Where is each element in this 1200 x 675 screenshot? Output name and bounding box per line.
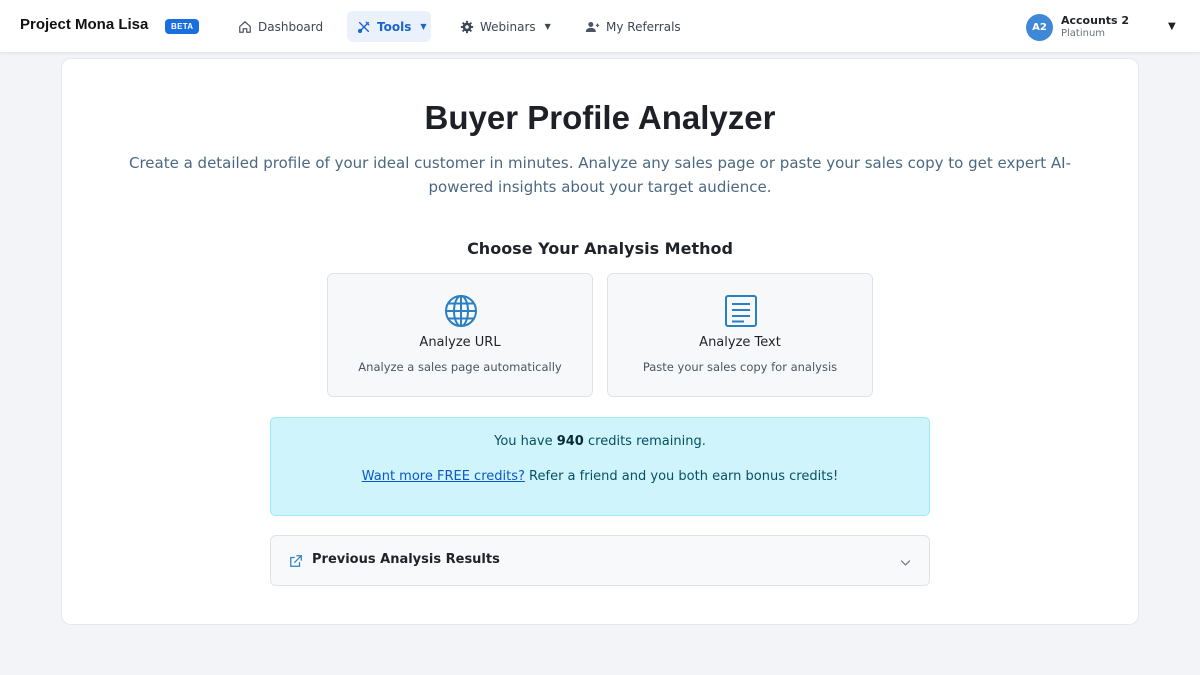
nav-item-label: My Referrals (606, 19, 681, 34)
method-description: Analyze a sales page automatically (358, 360, 562, 374)
analyze-text-option[interactable]: Analyze Text Paste your sales copy for a… (607, 273, 873, 397)
caret-down-icon: ▼ (420, 22, 427, 31)
avatar: A2 (1026, 13, 1053, 41)
method-description: Paste your sales copy for analysis (642, 360, 838, 374)
user-plus-icon (585, 20, 600, 34)
method-heading: Choose Your Analysis Method (467, 239, 733, 258)
beta-badge: BETA (165, 19, 200, 34)
tools-icon (357, 20, 371, 34)
nav-item-webinars[interactable]: Webinars ▼ (450, 11, 561, 42)
account-menu[interactable]: A2 Accounts 2 Platinum (1026, 12, 1129, 42)
top-navbar: Project Mona Lisa BETA Dashboard Tools ▼… (0, 0, 1200, 53)
nav-item-label: Dashboard (258, 19, 324, 34)
nav-item-dashboard[interactable]: Dashboard (228, 11, 333, 42)
nav-item-label: Tools (377, 19, 412, 34)
method-title: Analyze Text (699, 335, 781, 350)
nav-item-label: Webinars (480, 19, 536, 34)
page-title: Buyer Profile Analyzer (424, 99, 776, 136)
nav-item-tools[interactable]: Tools ▼ (347, 11, 431, 42)
account-tier: Platinum (1061, 27, 1106, 39)
account-name: Accounts 2 (1061, 13, 1130, 27)
analyze-url-option[interactable]: Analyze URL Analyze a sales page automat… (327, 273, 593, 397)
credits-line: You have 940 credits remaining. (271, 434, 929, 449)
account-dropdown-icon[interactable]: ▼ (1168, 21, 1176, 32)
credits-alert: You have 940 credits remaining. Want mor… (270, 417, 930, 516)
external-link-icon (289, 553, 303, 572)
credits-count: 940 (556, 434, 584, 449)
nav-item-my-referrals[interactable]: My Referrals (575, 11, 691, 42)
free-credits-link[interactable]: Want more FREE credits? (362, 469, 525, 484)
home-icon (238, 20, 252, 34)
caret-down-icon: ▼ (544, 22, 551, 31)
gear-icon (460, 20, 474, 34)
page-subtitle: Create a detailed profile of your ideal … (128, 154, 1072, 196)
previous-results-accordion[interactable]: Previous Analysis Results (270, 535, 930, 586)
method-title: Analyze URL (419, 335, 501, 350)
credits-prefix: You have (494, 434, 553, 449)
brand-logo[interactable]: Project Mona Lisa (20, 16, 148, 33)
document-icon (724, 294, 758, 332)
globe-icon (444, 294, 478, 332)
referral-line: Want more FREE credits? Refer a friend a… (271, 469, 929, 484)
chevron-down-icon (899, 554, 912, 573)
previous-results-label: Previous Analysis Results (312, 552, 500, 567)
credits-suffix: credits remaining. (588, 434, 706, 449)
referral-text: Refer a friend and you both earn bonus c… (529, 469, 839, 484)
